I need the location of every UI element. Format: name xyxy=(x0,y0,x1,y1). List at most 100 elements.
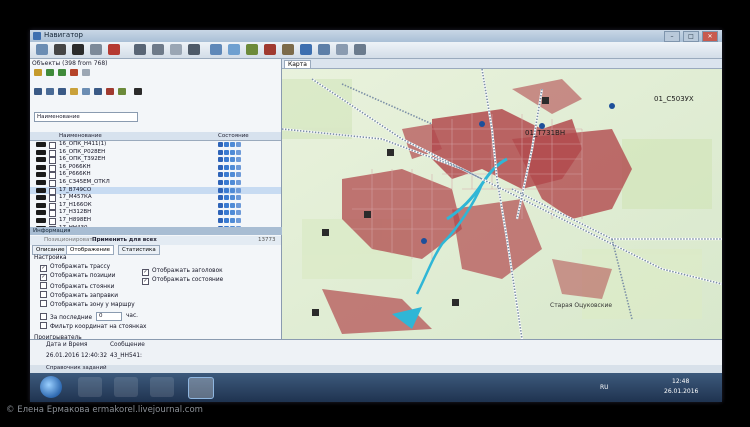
gps-status-icon xyxy=(230,202,235,208)
car-icon xyxy=(36,187,46,193)
power-status-icon xyxy=(236,195,241,201)
refresh-icon[interactable] xyxy=(46,69,54,76)
option-show-fuel[interactable]: Отображать заправки xyxy=(40,291,118,299)
print-icon[interactable] xyxy=(170,44,182,55)
language-indicator[interactable]: RU xyxy=(600,384,609,391)
tool-icon[interactable] xyxy=(54,44,66,55)
option-show-track[interactable]: ✓ Отображать трассу xyxy=(40,264,110,272)
stop-icon[interactable] xyxy=(106,88,114,95)
maximize-button[interactable]: □ xyxy=(683,31,699,42)
table-row[interactable]: 17_H166ОК xyxy=(30,202,281,210)
table-row[interactable]: 16_P666КН xyxy=(30,171,281,180)
clock-date[interactable]: 26.01.2016 xyxy=(664,388,698,395)
sort-icon[interactable] xyxy=(58,88,66,95)
table-icon[interactable] xyxy=(134,44,146,55)
tab-statistics[interactable]: Статистика xyxy=(118,245,160,255)
option-show-title[interactable]: ✓ Отображать заголовок xyxy=(142,268,223,276)
point-icon[interactable] xyxy=(282,44,294,55)
hours-unit: час. xyxy=(126,313,139,319)
arrow-down-icon[interactable] xyxy=(58,69,66,76)
search-icon[interactable] xyxy=(336,44,348,55)
table-row[interactable]: 17_M457КА xyxy=(30,194,281,203)
group-icon[interactable] xyxy=(34,88,42,95)
filter-icon[interactable] xyxy=(354,44,366,55)
option-show-stops[interactable]: Отображать стоянки xyxy=(40,282,114,290)
phone-icon[interactable] xyxy=(188,44,200,55)
objects-count-label: Объекты (398 from 768) xyxy=(32,60,108,67)
minimize-button[interactable]: – xyxy=(664,31,680,42)
row-state xyxy=(218,195,241,201)
power-status-icon xyxy=(236,142,241,147)
car-icon[interactable] xyxy=(72,44,84,55)
tab-description[interactable]: Описание xyxy=(32,245,69,255)
table-row[interactable]: 17_H898ЕН xyxy=(30,217,281,225)
clock-time[interactable]: 12:48 xyxy=(672,378,689,385)
start-button[interactable] xyxy=(40,376,62,398)
power-status-icon xyxy=(236,210,241,216)
table-row[interactable]: 16_OПК_T392ЕН xyxy=(30,156,281,165)
taskbar-folder-icon[interactable] xyxy=(150,377,174,397)
column-state[interactable]: Состояние xyxy=(218,132,249,140)
locate-icon[interactable] xyxy=(134,88,142,95)
list-icon[interactable] xyxy=(94,88,102,95)
column-message[interactable]: Сообщение xyxy=(110,342,145,348)
position-button[interactable]: Позиционировать xyxy=(44,237,96,243)
star-icon[interactable] xyxy=(70,88,78,95)
option-coordinate-filter[interactable]: Фильтр координат на стоянках xyxy=(40,322,146,330)
option-show-state[interactable]: ✓ Отображать состояние xyxy=(142,277,223,285)
vehicle-marker[interactable] xyxy=(452,299,459,306)
vehicle-marker[interactable] xyxy=(542,97,549,104)
power-status-icon xyxy=(236,172,241,178)
layers-icon[interactable] xyxy=(210,44,222,55)
edit-icon[interactable] xyxy=(70,69,78,76)
map-icon[interactable] xyxy=(228,44,240,55)
title-bar: Навигатор – □ ✕ xyxy=(30,30,722,42)
vehicle-marker[interactable] xyxy=(322,229,329,236)
settings-tool-icon[interactable] xyxy=(36,44,48,55)
taskbar-media-icon[interactable] xyxy=(114,377,138,397)
table-row[interactable]: 17_H312ВН xyxy=(30,209,281,218)
taskbar-browser-icon[interactable] xyxy=(78,377,102,397)
map-view[interactable]: 01_C503УХ 01_T731ВН Старая Оцуковские xyxy=(282,69,722,339)
hours-input[interactable]: 0 xyxy=(96,312,122,321)
help-icon[interactable] xyxy=(82,88,90,95)
vehicle-marker[interactable] xyxy=(312,309,319,316)
table-row[interactable]: 16_OПК_H411(1) xyxy=(30,141,281,149)
parking-icon[interactable] xyxy=(421,238,427,244)
vehicle-icon[interactable] xyxy=(108,44,120,55)
parking-icon[interactable] xyxy=(479,121,485,127)
option-show-positions[interactable]: ✓ Отображать позиции xyxy=(40,273,115,281)
signal-status-icon xyxy=(224,195,229,201)
objects-toolbar xyxy=(30,69,281,78)
sort-dropdown[interactable]: Наименование xyxy=(34,112,138,122)
report-icon[interactable] xyxy=(152,44,164,55)
ruler-icon[interactable] xyxy=(300,44,312,55)
folder-icon[interactable] xyxy=(46,88,54,95)
column-datetime[interactable]: Дата и Время xyxy=(46,342,88,348)
option-show-route-zone[interactable]: Отображать зону у маршру xyxy=(40,300,135,308)
measure-icon[interactable] xyxy=(318,44,330,55)
table-row[interactable]: 16_P066КН xyxy=(30,164,281,172)
close-button[interactable]: ✕ xyxy=(702,31,718,42)
column-name[interactable]: Наименование xyxy=(59,132,102,140)
option-last-hours[interactable]: За последние xyxy=(40,313,92,321)
power-status-icon xyxy=(236,164,241,170)
taskbar-navigator-icon[interactable] xyxy=(188,377,214,399)
table-row[interactable]: 16_OПК_P028ЕН xyxy=(30,149,281,157)
table-row[interactable]: 17_B749СО xyxy=(30,186,281,195)
vehicle-marker[interactable] xyxy=(364,211,371,218)
truck-icon[interactable] xyxy=(90,44,102,55)
zone-icon[interactable] xyxy=(264,44,276,55)
parking-icon[interactable] xyxy=(609,103,615,109)
tab-map[interactable]: Карта xyxy=(284,60,311,69)
go-icon[interactable] xyxy=(118,88,126,95)
tab-display[interactable]: Отображение xyxy=(66,245,115,255)
route-icon[interactable] xyxy=(246,44,258,55)
delete-icon[interactable] xyxy=(82,69,90,76)
vehicle-marker[interactable] xyxy=(387,149,394,156)
table-row[interactable]: 16_C345ЕМ_ОТКЛ xyxy=(30,179,281,187)
row-state xyxy=(218,164,241,170)
signal-status-icon xyxy=(224,157,229,163)
add-icon[interactable] xyxy=(34,69,42,76)
apply-all-button[interactable]: Применить для всех xyxy=(92,237,157,243)
